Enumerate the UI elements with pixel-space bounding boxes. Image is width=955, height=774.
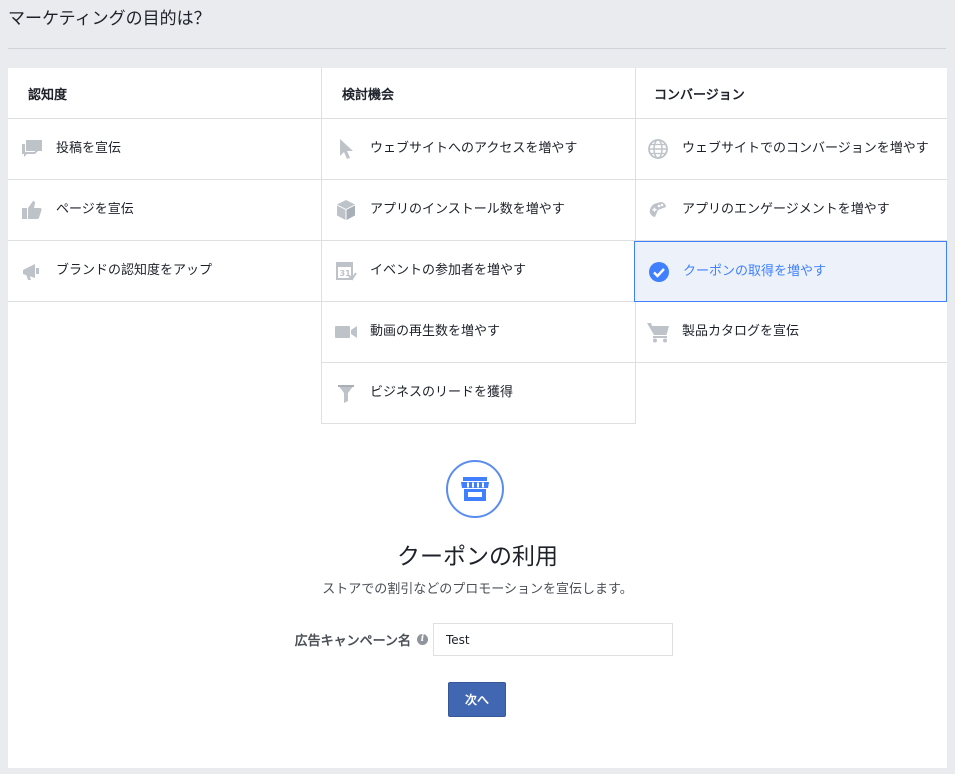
objective-label: ウェブサイトでのコンバージョンを増やす	[682, 141, 929, 156]
column-conversion: コンバージョン ウェブサイトでのコンバージョンを増やす アプリのエンゲージメント…	[634, 68, 947, 363]
objectives-panel: 認知度 投稿を宣伝 ページを宣伝 ブランドの認知度をアップ 検討機会 ウェブサイ…	[8, 68, 947, 768]
objective-label: クーポンの取得を増やす	[683, 263, 827, 279]
thumbs-up-icon	[20, 198, 44, 222]
shopping-cart-icon	[646, 320, 670, 344]
column-awareness: 認知度 投稿を宣伝 ページを宣伝 ブランドの認知度をアップ	[8, 68, 321, 302]
objective-label: ビジネスのリードを獲得	[370, 385, 514, 400]
detail-description: ストアでの割引などのプロモーションを宣伝します。	[322, 582, 633, 597]
page-title: マーケティングの目的は？	[8, 9, 211, 29]
objective-label: 動画の再生数を増やす	[370, 324, 501, 339]
objective-product-catalog[interactable]: 製品カタログを宣伝	[634, 302, 947, 363]
info-icon[interactable]: i	[417, 634, 428, 645]
objective-label: ウェブサイトへのアクセスを増やす	[370, 141, 578, 156]
column-heading: 認知度	[8, 68, 321, 119]
objective-label: 投稿を宣伝	[56, 141, 122, 156]
game-controller-icon	[646, 198, 670, 222]
funnel-icon	[334, 381, 358, 405]
objective-label: アプリのインストール数を増やす	[370, 202, 565, 217]
objective-event-responses[interactable]: 31 イベントの参加者を増やす	[322, 241, 635, 302]
check-circle-icon	[647, 260, 671, 284]
objective-label: アプリのエンゲージメントを増やす	[682, 202, 890, 217]
column-heading: 検討機会	[322, 68, 635, 119]
detail-title: クーポンの利用	[397, 544, 558, 570]
column-heading: コンバージョン	[634, 68, 947, 119]
cursor-icon	[334, 137, 358, 161]
megaphone-icon	[20, 259, 44, 283]
next-button[interactable]: 次へ	[448, 682, 506, 717]
calendar-icon: 31	[334, 259, 358, 283]
campaign-name-label: 広告キャンペーン名 i	[278, 630, 428, 649]
objective-offer-claims[interactable]: クーポンの取得を増やす	[634, 241, 947, 302]
objective-label: ブランドの認知度をアップ	[56, 263, 213, 278]
objective-video-views[interactable]: 動画の再生数を増やす	[322, 302, 635, 363]
objective-website-traffic[interactable]: ウェブサイトへのアクセスを増やす	[322, 119, 635, 180]
speech-bubbles-icon	[20, 137, 44, 161]
objective-label: イベントの参加者を増やす	[370, 263, 527, 278]
storefront-icon	[446, 460, 504, 518]
globe-icon	[646, 137, 670, 161]
box-icon	[334, 198, 358, 222]
objective-app-engagement[interactable]: アプリのエンゲージメントを増やす	[634, 180, 947, 241]
page-header: マーケティングの目的は？	[8, 0, 946, 49]
campaign-name-label-text: 広告キャンペーン名	[294, 634, 411, 649]
column-consideration: 検討機会 ウェブサイトへのアクセスを増やす アプリのインストール数を増やす 31…	[321, 68, 636, 424]
objective-app-installs[interactable]: アプリのインストール数を増やす	[322, 180, 635, 241]
objective-label: 製品カタログを宣伝	[682, 324, 800, 339]
video-camera-icon	[334, 320, 358, 344]
objective-promote-page[interactable]: ページを宣伝	[8, 180, 321, 241]
objective-brand-awareness[interactable]: ブランドの認知度をアップ	[8, 241, 321, 302]
campaign-name-input[interactable]	[433, 623, 673, 656]
objective-boost-post[interactable]: 投稿を宣伝	[8, 119, 321, 180]
objective-lead-generation[interactable]: ビジネスのリードを獲得	[322, 363, 635, 424]
objective-label: ページを宣伝	[56, 202, 134, 217]
objective-website-conversions[interactable]: ウェブサイトでのコンバージョンを増やす	[634, 119, 947, 180]
